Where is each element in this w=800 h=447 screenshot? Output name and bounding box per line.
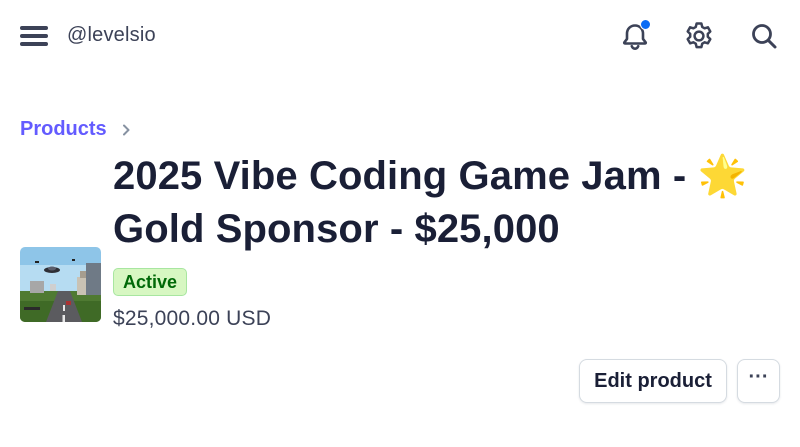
product-detail-page: @levelsio Products 2025 Vibe Coding Game…: [0, 0, 800, 447]
top-bar: @levelsio: [0, 0, 800, 72]
account-name[interactable]: @levelsio: [67, 24, 156, 47]
menu-line: [20, 26, 48, 30]
menu-line: [20, 42, 48, 46]
product-image: [20, 247, 101, 322]
search-button[interactable]: [746, 18, 782, 54]
product-title: 2025 Vibe Coding Game Jam - 🌟 Gold Spons…: [113, 154, 748, 251]
gear-icon: [686, 22, 712, 49]
menu-line: [20, 34, 48, 38]
breadcrumb-products-link[interactable]: Products: [20, 118, 107, 141]
game-screenshot-thumbnail: [20, 247, 101, 322]
product-price: $25,000.00 USD: [113, 307, 272, 330]
edit-product-button[interactable]: Edit product: [579, 359, 727, 403]
notifications-button[interactable]: [617, 18, 653, 54]
status-badge: Active: [113, 268, 188, 296]
menu-icon[interactable]: [20, 23, 48, 49]
more-options-button[interactable]: ···: [737, 359, 780, 403]
chevron-right-icon: [122, 124, 130, 135]
notification-dot: [640, 19, 651, 30]
breadcrumb: Products: [20, 118, 133, 141]
settings-button[interactable]: [681, 18, 717, 54]
search-icon: [752, 24, 777, 49]
